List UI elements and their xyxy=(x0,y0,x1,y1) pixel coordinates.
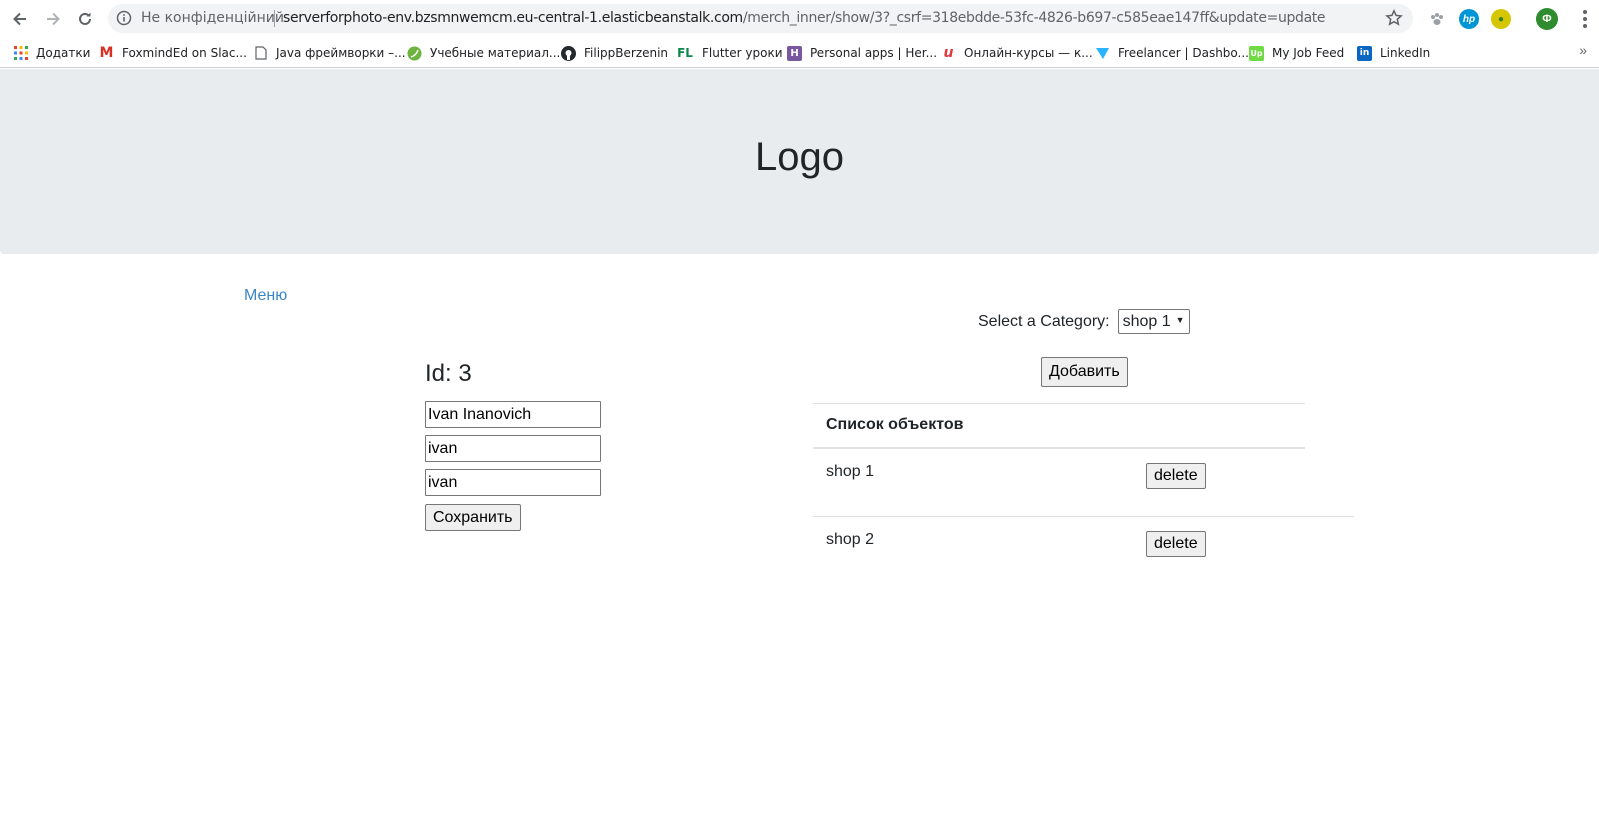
bookmark-heroku[interactable]: H Personal apps | Her... xyxy=(787,43,937,63)
bookmark-label: Java фреймворки –... xyxy=(276,46,406,60)
category-row: Select a Category: shop 1 ▼ xyxy=(978,309,1190,334)
add-button[interactable]: Добавить xyxy=(1041,357,1128,387)
hp-extension-icon[interactable]: hp xyxy=(1459,9,1479,29)
apps-grid-icon xyxy=(13,46,28,61)
save-button[interactable]: Сохранить xyxy=(425,504,521,531)
logo: Logo xyxy=(755,135,844,179)
bookmark-label: Freelancer | Dashbo... xyxy=(1118,46,1249,60)
dropdown-arrow-icon: ▼ xyxy=(1175,314,1185,325)
course-icon: u xyxy=(943,45,954,61)
url-host: serverforphoto-env.bzsmnwemcm.eu-central… xyxy=(283,10,743,26)
object-name: shop 1 xyxy=(826,463,875,480)
bookmark-upwork[interactable]: Up My Job Feed xyxy=(1249,43,1344,63)
url-text[interactable]: serverforphoto-env.bzsmnwemcm.eu-central… xyxy=(283,10,1326,26)
omnibox-divider xyxy=(274,10,275,27)
github-icon xyxy=(561,45,576,61)
url-path: /merch_inner/show/3?_csrf=318ebdde-53fc-… xyxy=(742,10,1326,26)
bookmark-label: My Job Feed xyxy=(1272,46,1345,60)
bookmark-flutter[interactable]: FL Flutter уроки xyxy=(676,43,783,63)
info-icon[interactable] xyxy=(116,10,132,31)
category-selected-value: shop 1 xyxy=(1122,312,1171,330)
delete-button[interactable]: delete xyxy=(1146,463,1206,489)
page-icon xyxy=(253,46,268,61)
bookmark-java[interactable]: Java фреймворки –... xyxy=(253,43,406,63)
objects-table: Список объектов shop 1 delete shop 2 del… xyxy=(813,403,1354,585)
security-label[interactable]: Не конфіденційний xyxy=(141,10,284,26)
name-field[interactable] xyxy=(425,401,601,428)
record-id-title: Id: 3 xyxy=(425,360,472,387)
bookmark-foxminded[interactable]: M FoxmindEd on Slac... xyxy=(99,43,247,63)
forward-button[interactable] xyxy=(42,8,64,30)
bookmarks-overflow-icon[interactable]: » xyxy=(1579,42,1587,58)
objects-table-header: Список объектов xyxy=(813,403,1305,449)
heroku-icon: H xyxy=(787,45,802,61)
bookmark-github[interactable]: FilippBerzenin xyxy=(561,43,668,63)
bookmark-courses[interactable]: u Онлайн-курсы — к... xyxy=(941,43,1093,63)
category-select[interactable]: shop 1 ▼ xyxy=(1117,309,1190,334)
bookmark-freelancer[interactable]: Freelancer | Dashbo... xyxy=(1095,43,1249,63)
bookmark-label: Учебные материал... xyxy=(430,46,561,60)
profile-avatar[interactable]: Ф xyxy=(1536,8,1558,30)
arrow-left-icon xyxy=(13,12,26,26)
browser-toolbar: Не конфіденційний serverforphoto-env.bzs… xyxy=(0,0,1599,37)
leaf-icon xyxy=(407,46,422,61)
bookmark-label: Додатки xyxy=(36,46,91,60)
freelancer-icon xyxy=(1095,46,1110,61)
delete-button[interactable]: delete xyxy=(1146,531,1206,557)
paw-extension-icon[interactable] xyxy=(1427,9,1447,29)
table-row: shop 2 delete xyxy=(813,517,1354,585)
bookmarks-bar: Додатки M FoxmindEd on Slac... Java фрейм… xyxy=(0,37,1599,68)
header-banner: Logo xyxy=(0,69,1599,254)
lang-extension-icon[interactable]: ● xyxy=(1491,9,1511,29)
gmail-icon: M xyxy=(99,45,114,61)
reload-button[interactable] xyxy=(74,8,96,30)
edit-form: Id: 3 Сохранить xyxy=(425,360,665,531)
table-row: shop 1 delete xyxy=(813,449,1354,517)
login-field[interactable] xyxy=(425,435,601,462)
bookmark-label: LinkedIn xyxy=(1380,46,1431,60)
fl-icon: FL xyxy=(677,46,693,60)
address-bar[interactable]: Не конфіденційний serverforphoto-env.bzs… xyxy=(108,4,1413,33)
bookmark-label: Flutter уроки xyxy=(702,46,783,60)
bookmark-materials[interactable]: Учебные материал... xyxy=(407,43,560,63)
bookmark-label: FilippBerzenin xyxy=(584,46,669,60)
menu-link[interactable]: Меню xyxy=(244,287,287,305)
reload-icon xyxy=(79,12,91,25)
bookmark-apps[interactable]: Додатки xyxy=(13,43,90,63)
object-name: shop 2 xyxy=(826,531,875,548)
bookmark-star-icon[interactable] xyxy=(1385,8,1403,32)
bookmark-label: Personal apps | Her... xyxy=(810,46,938,60)
bookmark-linkedin[interactable]: in LinkedIn xyxy=(1357,43,1430,63)
password-field[interactable] xyxy=(425,469,601,496)
browser-menu-icon[interactable] xyxy=(1583,10,1587,31)
linkedin-icon: in xyxy=(1357,45,1372,61)
back-button[interactable] xyxy=(9,8,31,30)
bookmark-label: FoxmindEd on Slac... xyxy=(122,46,247,60)
category-label: Select a Category: xyxy=(978,312,1110,330)
upwork-icon: Up xyxy=(1249,45,1264,61)
bookmark-label: Онлайн-курсы — к... xyxy=(964,46,1093,60)
arrow-right-icon xyxy=(47,12,60,26)
